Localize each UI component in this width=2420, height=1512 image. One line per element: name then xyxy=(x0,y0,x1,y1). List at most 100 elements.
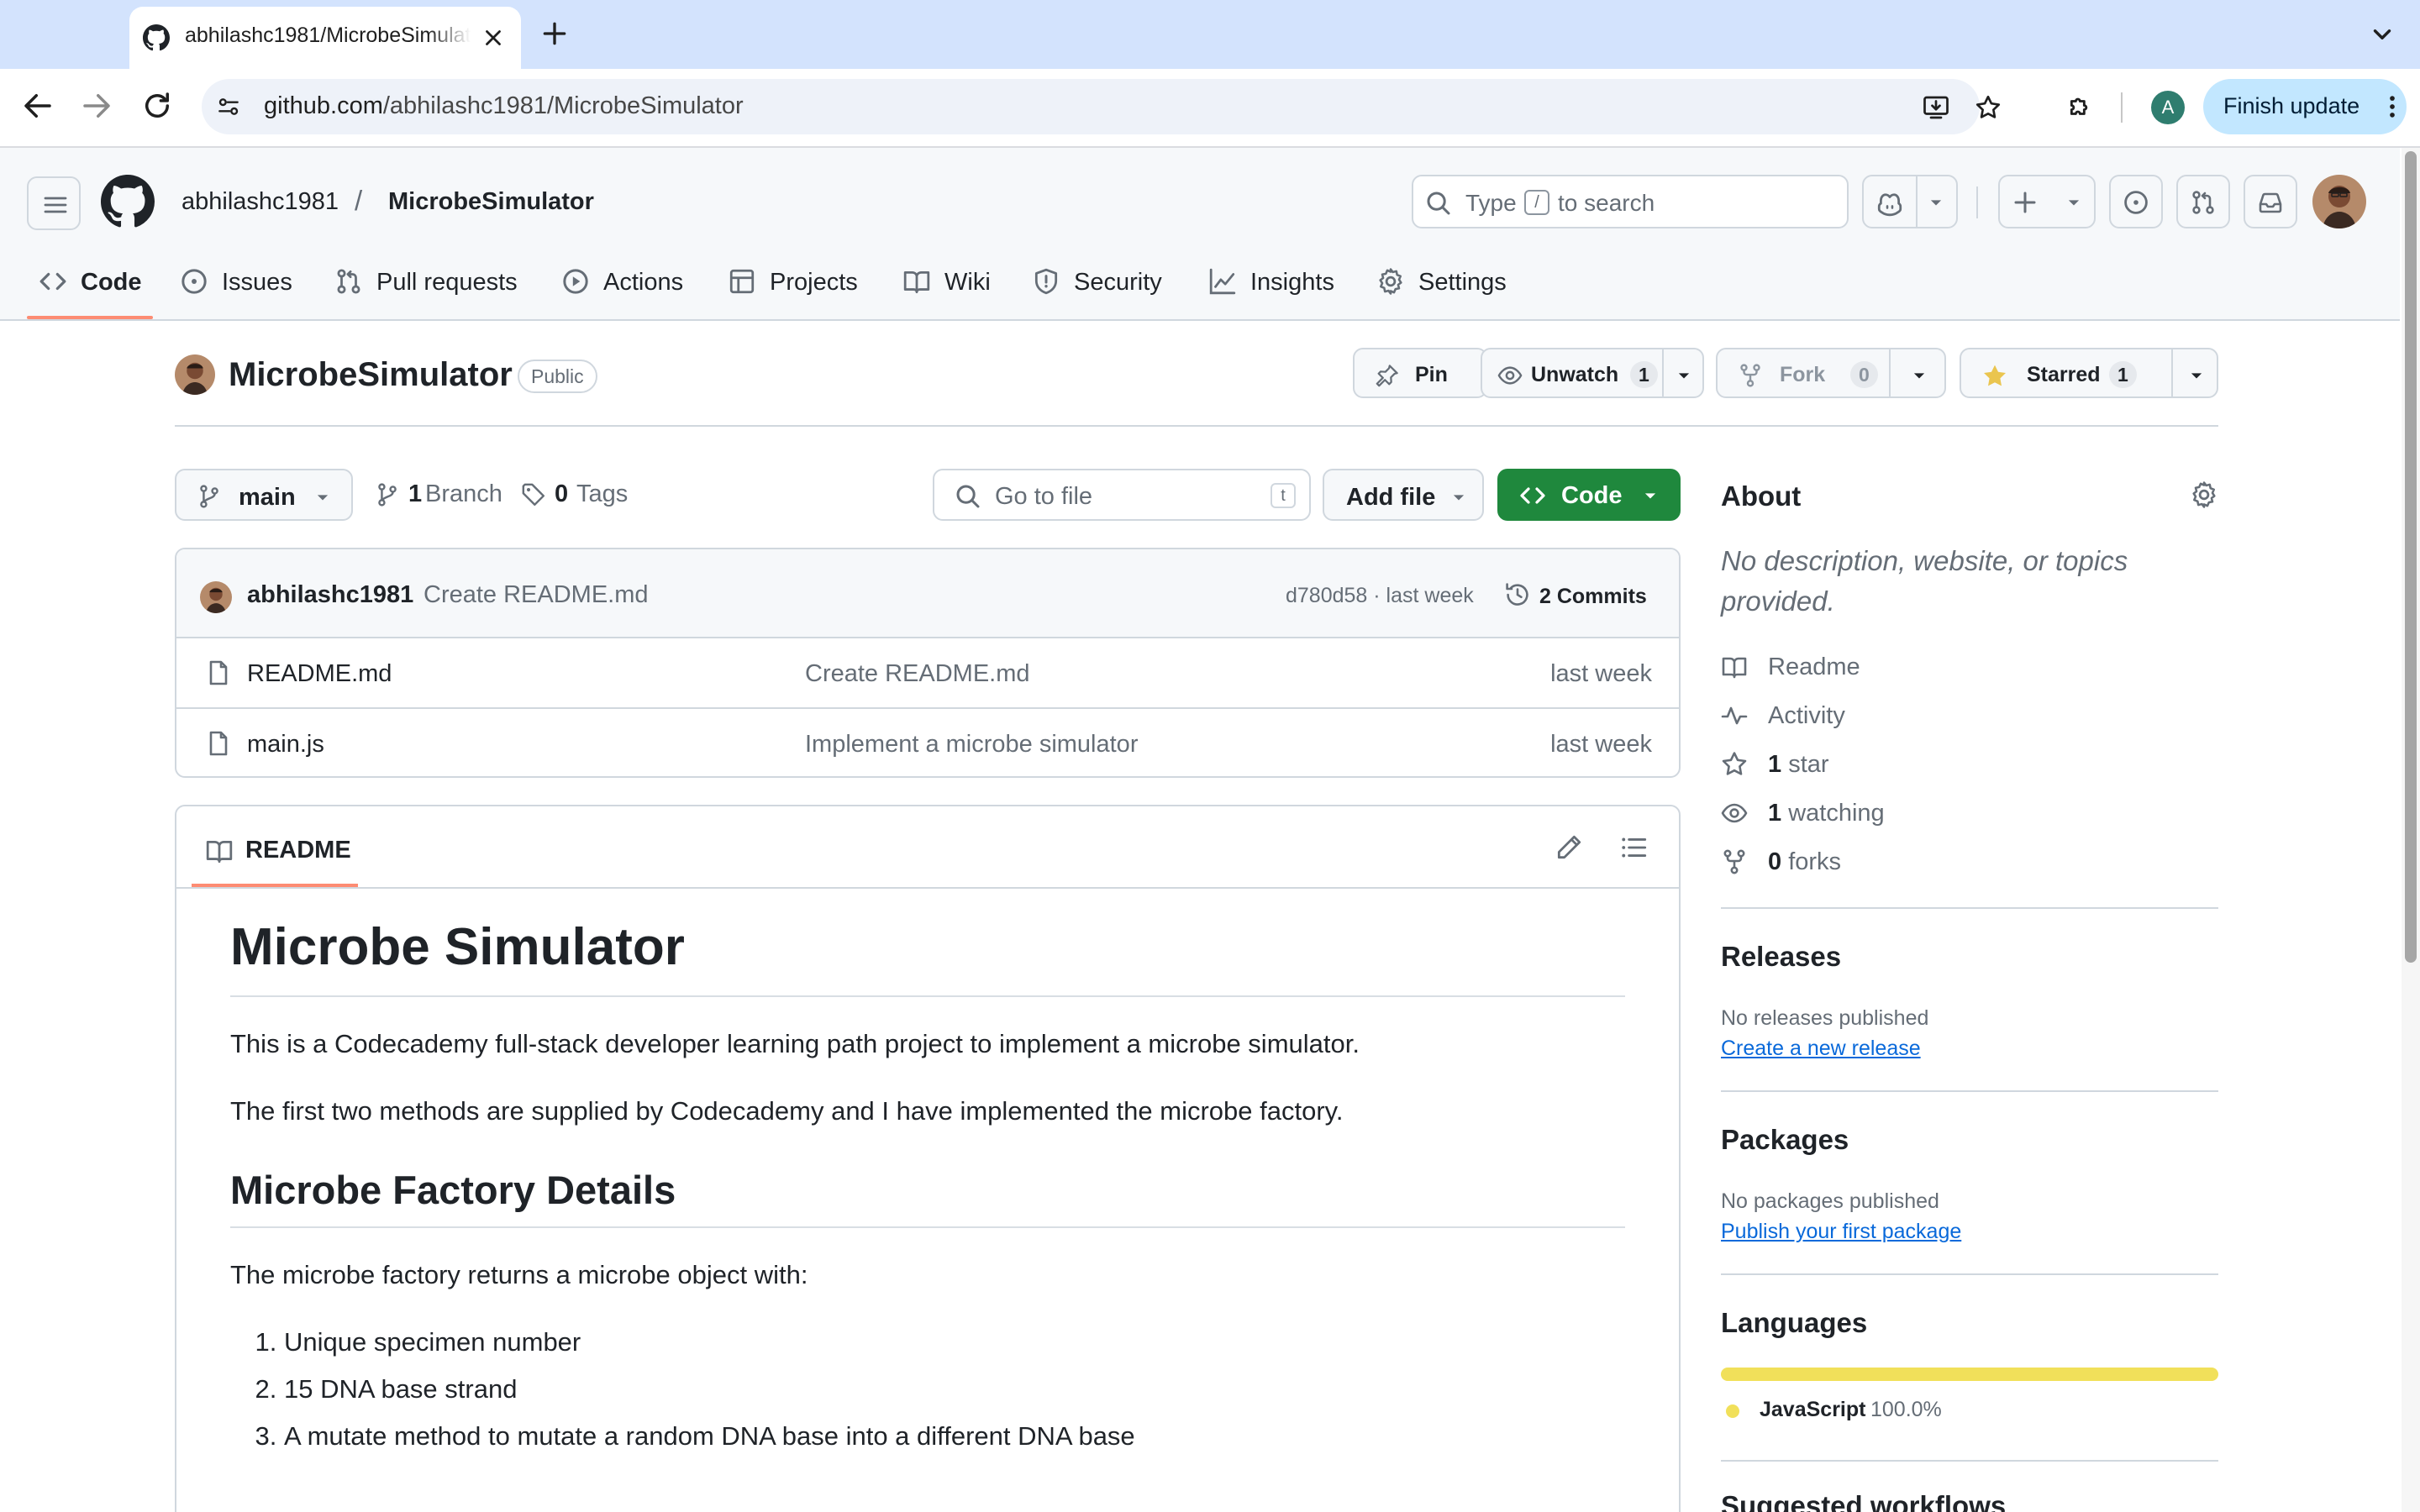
tab-actions-label: Actions xyxy=(603,269,684,296)
forks-label: 0 forks xyxy=(1768,848,1842,875)
inbox-button[interactable] xyxy=(2244,175,2297,228)
address-bar[interactable]: github.com/abhilashc1981/MicrobeSimulato… xyxy=(202,79,2001,134)
pull-requests-shortcut-button[interactable] xyxy=(2176,175,2230,228)
bookmark-star-icon[interactable] xyxy=(1973,92,2003,123)
file-row[interactable]: main.js Implement a microbe simulator la… xyxy=(176,707,1679,776)
chevron-down-icon xyxy=(2062,191,2086,214)
file-commit-time: last week xyxy=(1550,731,1652,758)
suggested-workflows-heading: Suggested workflows xyxy=(1721,1490,2007,1512)
tab-search-chevron-icon[interactable] xyxy=(2368,20,2396,49)
starred-button[interactable]: Starred 1 xyxy=(1960,348,2218,398)
browser-tab[interactable]: abhilashc1981/MicrobeSimulator xyxy=(129,7,521,69)
commit-author[interactable]: abhilashc1981 xyxy=(247,581,413,609)
file-commit-time: last week xyxy=(1550,660,1652,687)
publish-package-link[interactable]: Publish your first package xyxy=(1721,1220,1961,1244)
file-name[interactable]: main.js xyxy=(247,731,324,759)
create-new-button[interactable] xyxy=(1998,175,2096,228)
readme-panel: README Microbe Simulator This is a Codec… xyxy=(175,805,1681,1512)
watchers-label: 1 watching xyxy=(1768,800,1885,827)
code-dropdown-button[interactable]: Code xyxy=(1497,469,1681,521)
add-file-label: Add file xyxy=(1346,484,1436,511)
title-divider xyxy=(175,425,2218,427)
page-scrollbar-thumb[interactable] xyxy=(2405,151,2417,963)
starred-label: Starred xyxy=(2027,363,2101,386)
repo-owner-avatar[interactable] xyxy=(175,354,215,395)
close-tab-icon[interactable] xyxy=(481,25,506,50)
eye-icon xyxy=(1497,363,1523,388)
go-to-file-placeholder: Go to file xyxy=(995,483,1093,510)
copilot-button[interactable] xyxy=(1862,175,1958,228)
file-name[interactable]: README.md xyxy=(247,660,392,688)
more-vert-icon xyxy=(2378,92,2407,121)
search-input[interactable]: Type / to search xyxy=(1412,175,1849,228)
gear-icon[interactable] xyxy=(2190,480,2218,509)
site-info-icon[interactable] xyxy=(215,93,242,120)
install-app-icon[interactable] xyxy=(1921,92,1951,123)
tab-security-label: Security xyxy=(1074,269,1162,296)
breadcrumb-owner[interactable]: abhilashc1981 xyxy=(182,188,339,216)
breadcrumb-repo[interactable]: MicrobeSimulator xyxy=(388,188,594,216)
header-divider xyxy=(1976,186,1978,218)
unwatch-button[interactable]: Unwatch 1 xyxy=(1481,348,1704,398)
back-icon[interactable] xyxy=(20,88,55,123)
book-icon xyxy=(1721,654,1748,680)
go-to-file-input[interactable]: Go to file t xyxy=(933,469,1311,521)
tab-issues-label: Issues xyxy=(222,269,292,296)
profile-avatar[interactable]: A xyxy=(2151,91,2185,124)
star-icon xyxy=(1721,751,1748,778)
table-icon xyxy=(728,267,756,296)
language-name: JavaScript xyxy=(1760,1398,1866,1421)
list-item: Unique specimen number xyxy=(284,1319,1625,1366)
extensions-puzzle-icon[interactable] xyxy=(2060,91,2094,124)
active-tab-indicator xyxy=(27,316,153,319)
plus-icon xyxy=(2012,189,2039,216)
commits-count-label: 2 Commits xyxy=(1539,585,1647,608)
finish-update-button[interactable]: Finish update xyxy=(2203,79,2407,134)
outline-list-icon[interactable] xyxy=(1620,833,1649,862)
fork-button[interactable]: Fork 0 xyxy=(1716,348,1946,398)
branch-count: 1 xyxy=(408,480,423,507)
tab-insights-label: Insights xyxy=(1250,269,1334,296)
about-description: No description, website, or topics provi… xyxy=(1721,545,2128,617)
file-commit-message[interactable]: Create README.md xyxy=(805,660,1030,688)
file-row[interactable]: README.md Create README.md last week xyxy=(176,638,1679,707)
readme-paragraph: The microbe factory returns a microbe ob… xyxy=(230,1260,808,1289)
pencil-icon[interactable] xyxy=(1555,833,1583,862)
about-heading: About xyxy=(1721,480,1802,512)
file-commit-message[interactable]: Implement a microbe simulator xyxy=(805,731,1138,759)
repo-title[interactable]: MicrobeSimulator xyxy=(229,356,513,394)
commit-author-avatar[interactable] xyxy=(200,581,232,613)
add-file-button[interactable]: Add file xyxy=(1323,469,1484,521)
pin-label: Pin xyxy=(1415,363,1448,386)
commit-message[interactable]: Create README.md xyxy=(424,581,649,609)
pin-button[interactable]: Pin xyxy=(1353,348,1487,398)
visibility-badge: Public xyxy=(518,360,597,393)
releases-heading[interactable]: Releases xyxy=(1721,941,1841,973)
tab-title: abhilashc1981/MicrobeSimulator xyxy=(185,24,471,47)
create-release-link[interactable]: Create a new release xyxy=(1721,1037,1921,1061)
reload-icon[interactable] xyxy=(139,88,175,123)
global-menu-button[interactable] xyxy=(27,176,81,230)
list-item: A mutate method to mutate a random DNA b… xyxy=(284,1413,1625,1460)
github-logo-icon[interactable] xyxy=(101,175,155,228)
unwatch-label: Unwatch xyxy=(1531,363,1619,386)
forward-icon[interactable] xyxy=(79,88,114,123)
search-placeholder-prefix: Type xyxy=(1465,190,1517,216)
issues-shortcut-button[interactable] xyxy=(2109,175,2163,228)
branch-selector[interactable]: main xyxy=(175,469,353,521)
readme-subheading: Microbe Factory Details xyxy=(230,1167,1625,1228)
user-avatar[interactable] xyxy=(2312,175,2366,228)
sidebar-divider xyxy=(1721,1460,2218,1462)
packages-heading[interactable]: Packages xyxy=(1721,1124,1849,1156)
fork-icon xyxy=(1738,363,1763,388)
tag-word: Tags xyxy=(576,480,629,507)
readme-content: Microbe Simulator This is a Codecademy f… xyxy=(230,907,1625,1460)
branch-word: Branch xyxy=(425,480,502,507)
sidebar-divider xyxy=(1721,1273,2218,1275)
commit-sha-time[interactable]: d780d58 · last week xyxy=(1286,584,1474,608)
shield-icon xyxy=(1032,267,1060,296)
new-tab-icon[interactable] xyxy=(538,17,571,50)
url-text: github.com/abhilashc1981/MicrobeSimulato… xyxy=(264,92,744,119)
languages-heading: Languages xyxy=(1721,1307,1868,1338)
packages-note: No packages published xyxy=(1721,1189,1939,1213)
